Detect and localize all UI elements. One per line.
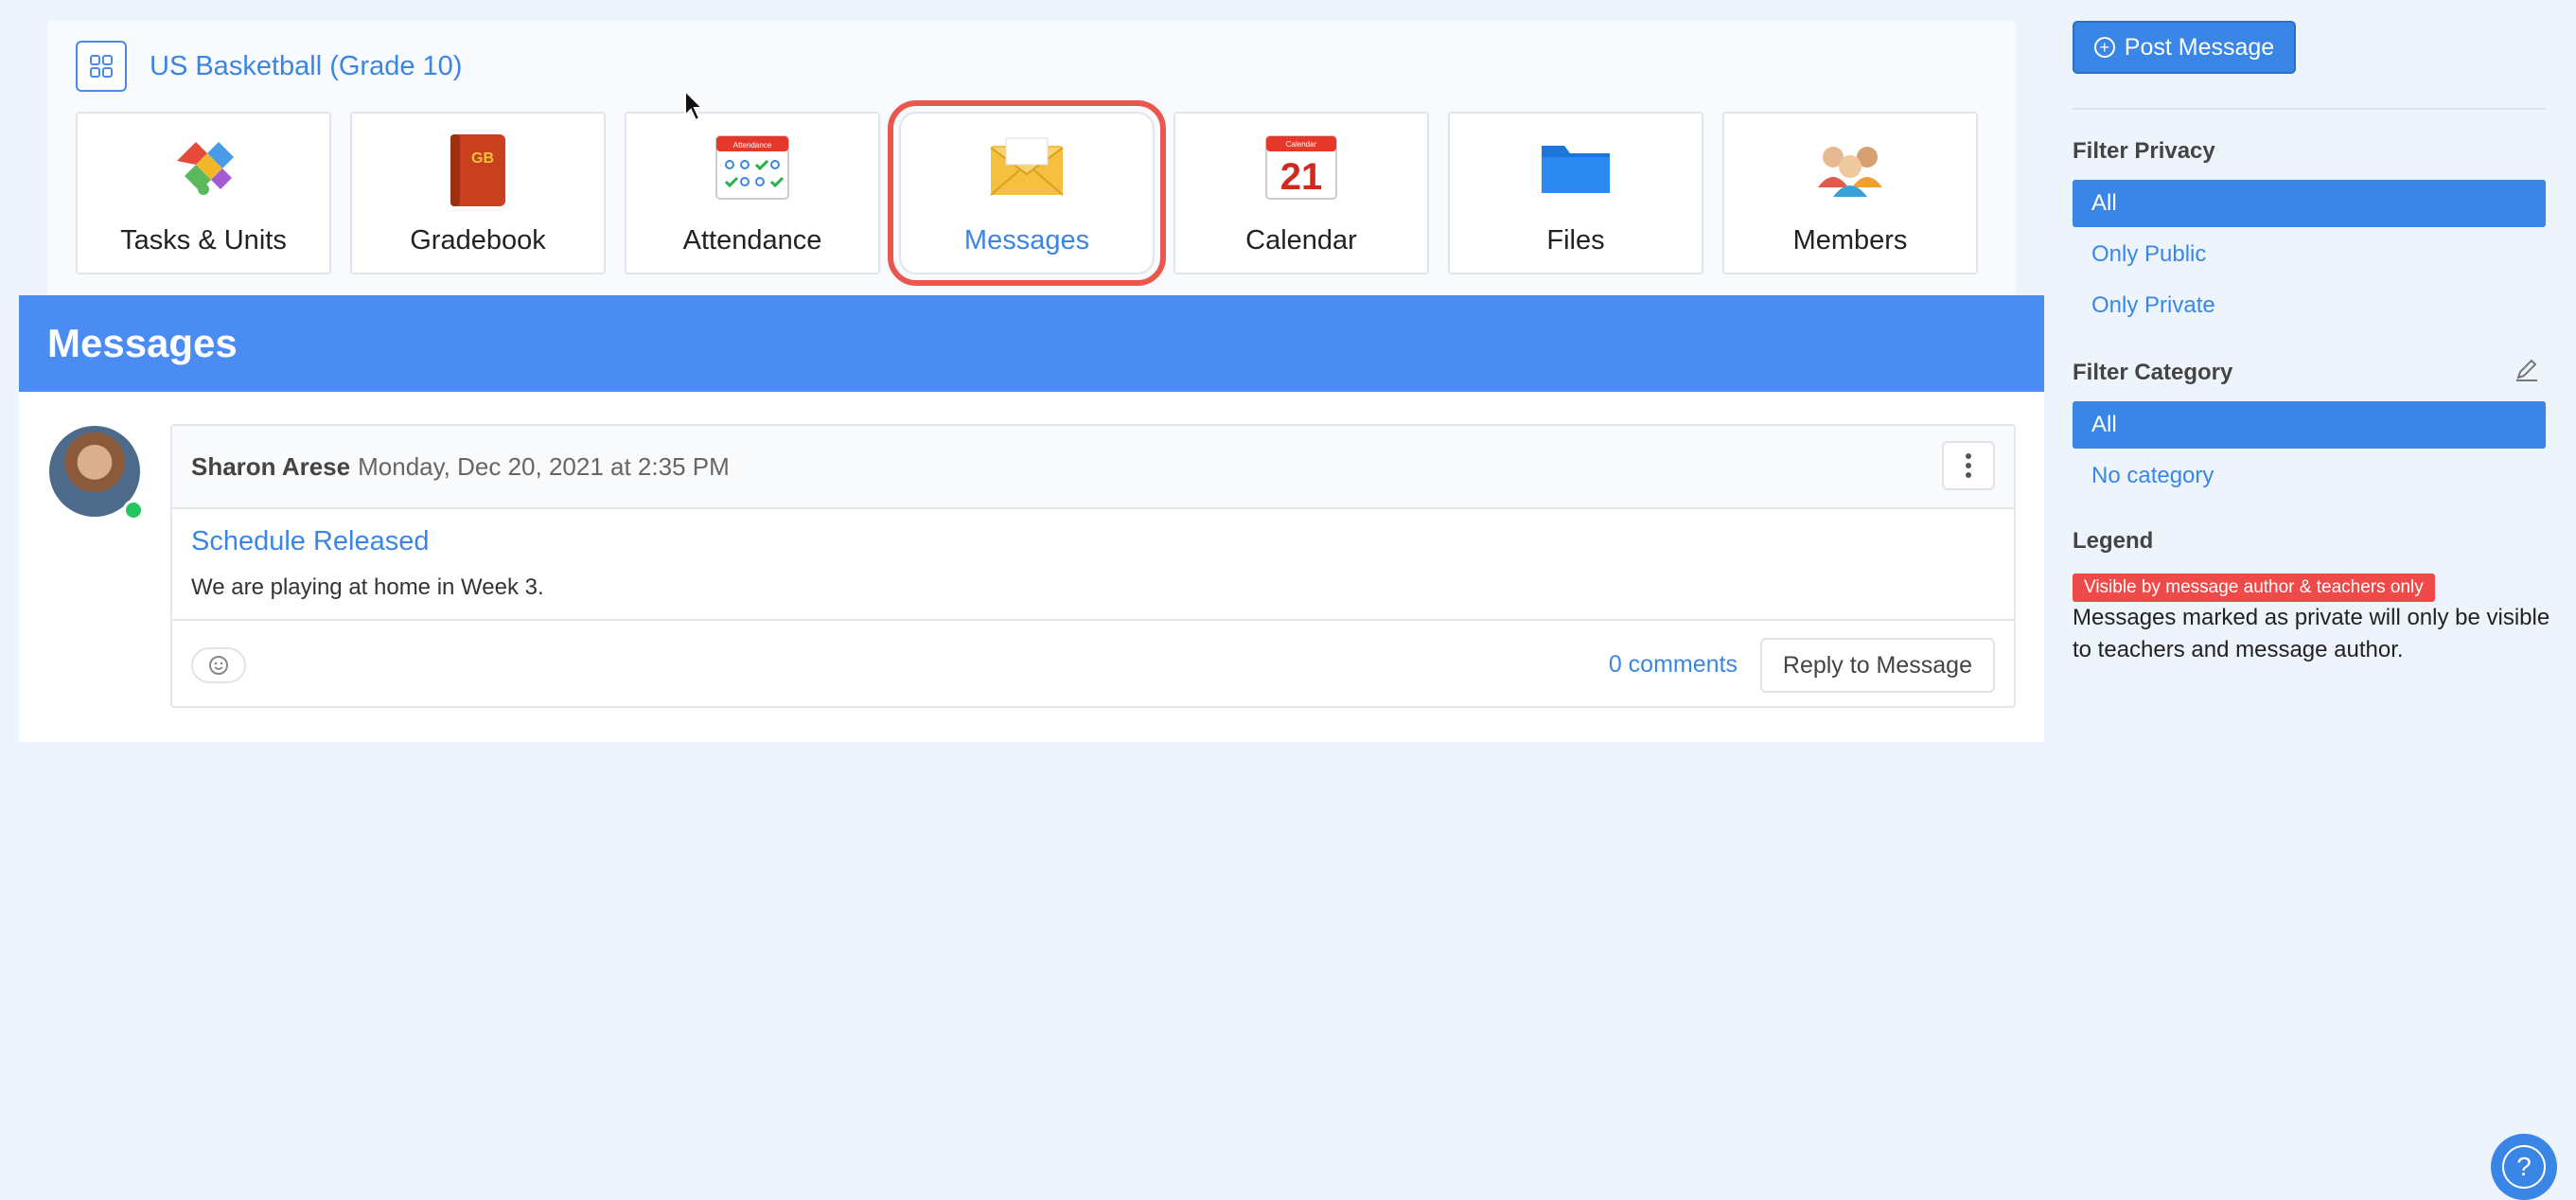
tile-label: Members: [1792, 225, 1908, 256]
category-filter-no-category[interactable]: No category: [2073, 452, 2546, 500]
tile-label: Tasks & Units: [120, 225, 287, 256]
legend-heading: Legend: [2073, 528, 2154, 554]
privacy-filter-only-private[interactable]: Only Private: [2073, 282, 2546, 329]
tile-label: Calendar: [1245, 225, 1357, 256]
attendance-icon-text: Attendance: [733, 141, 772, 150]
message-author: Sharon Arese: [191, 451, 351, 481]
tile-members[interactable]: Members: [1722, 112, 1978, 274]
message-card: Sharon Arese Monday, Dec 20, 2021 at 2:3…: [170, 424, 2016, 708]
sidebar-divider: [2073, 108, 2546, 110]
message-body: Schedule Released We are playing at home…: [172, 509, 2014, 621]
help-button[interactable]: ?: [2491, 1134, 2557, 1200]
comments-link[interactable]: 0 comments: [1609, 651, 1738, 679]
tile-label: Messages: [963, 225, 1090, 256]
message-text: We are playing at home in Week 3.: [191, 574, 544, 600]
gradebook-icon: GB: [352, 132, 604, 206]
calendar-icon: Calendar 21: [1175, 132, 1427, 204]
filter-category-heading: Filter Category: [2073, 360, 2233, 385]
filter-privacy-heading: Filter Privacy: [2073, 138, 2215, 164]
privacy-filter-only-public[interactable]: Only Public: [2073, 231, 2546, 278]
messages-banner: Messages: [19, 295, 2044, 392]
class-title[interactable]: US Basketball (Grade 10): [150, 51, 462, 82]
tile-label: Attendance: [682, 225, 822, 256]
tile-attendance[interactable]: Attendance Attendance: [625, 112, 880, 274]
calendar-icon-header: Calendar: [1286, 140, 1317, 149]
reply-to-message-button[interactable]: Reply to Message: [1759, 638, 1995, 693]
messages-panel: Messages Sharon Arese Monday, Dec 20, 20…: [19, 295, 2044, 742]
legend-text: Messages marked as private will only be …: [2073, 605, 2550, 662]
message-header: Sharon Arese Monday, Dec 20, 2021 at 2:3…: [172, 426, 2014, 509]
members-icon: [1724, 132, 1976, 204]
gradebook-icon-text: GB: [471, 150, 494, 167]
message-date: Monday, Dec 20, 2021 at 2:35 PM: [358, 451, 730, 481]
more-options-icon[interactable]: [1942, 441, 1995, 490]
tile-gradebook[interactable]: GB Gradebook: [350, 112, 606, 274]
class-card: US Basketball (Grade 10) Tasks & Units G…: [47, 21, 2016, 295]
smiley-icon: [209, 656, 228, 675]
post-message-label: Post Message: [2124, 33, 2275, 61]
privacy-filter-all[interactable]: All: [2073, 180, 2546, 227]
mouse-cursor-icon: [683, 88, 706, 128]
tile-label: Files: [1546, 225, 1605, 256]
puzzle-icon: [78, 132, 329, 204]
tile-label: Gradebook: [410, 225, 546, 256]
envelope-icon: [901, 132, 1153, 204]
class-header: US Basketball (Grade 10): [76, 40, 462, 93]
folder-icon: [1450, 132, 1702, 204]
attendance-icon: Attendance: [626, 132, 878, 204]
question-icon: ?: [2502, 1145, 2546, 1189]
edit-category-icon[interactable]: [2514, 356, 2540, 387]
post-message-button[interactable]: + Post Message: [2073, 21, 2296, 74]
category-filter-all[interactable]: All: [2073, 401, 2546, 449]
plus-circle-icon: +: [2093, 37, 2115, 58]
calendar-icon-day: 21: [1280, 156, 1323, 198]
private-legend-badge: Visible by message author & teachers onl…: [2073, 574, 2435, 602]
add-reaction-button[interactable]: [191, 647, 246, 683]
tile-tasks-units[interactable]: Tasks & Units: [76, 112, 331, 274]
online-status-dot: [123, 500, 144, 521]
tile-messages[interactable]: Messages: [888, 100, 1166, 286]
tile-calendar[interactable]: Calendar 21 Calendar: [1173, 112, 1429, 274]
tool-tiles: Tasks & Units GB Gradebook Attendance At…: [76, 100, 1978, 286]
tile-files[interactable]: Files: [1448, 112, 1703, 274]
message-footer: 0 comments Reply to Message: [172, 621, 2014, 710]
grid-icon[interactable]: [76, 41, 127, 92]
message-title[interactable]: Schedule Released: [191, 526, 1995, 557]
